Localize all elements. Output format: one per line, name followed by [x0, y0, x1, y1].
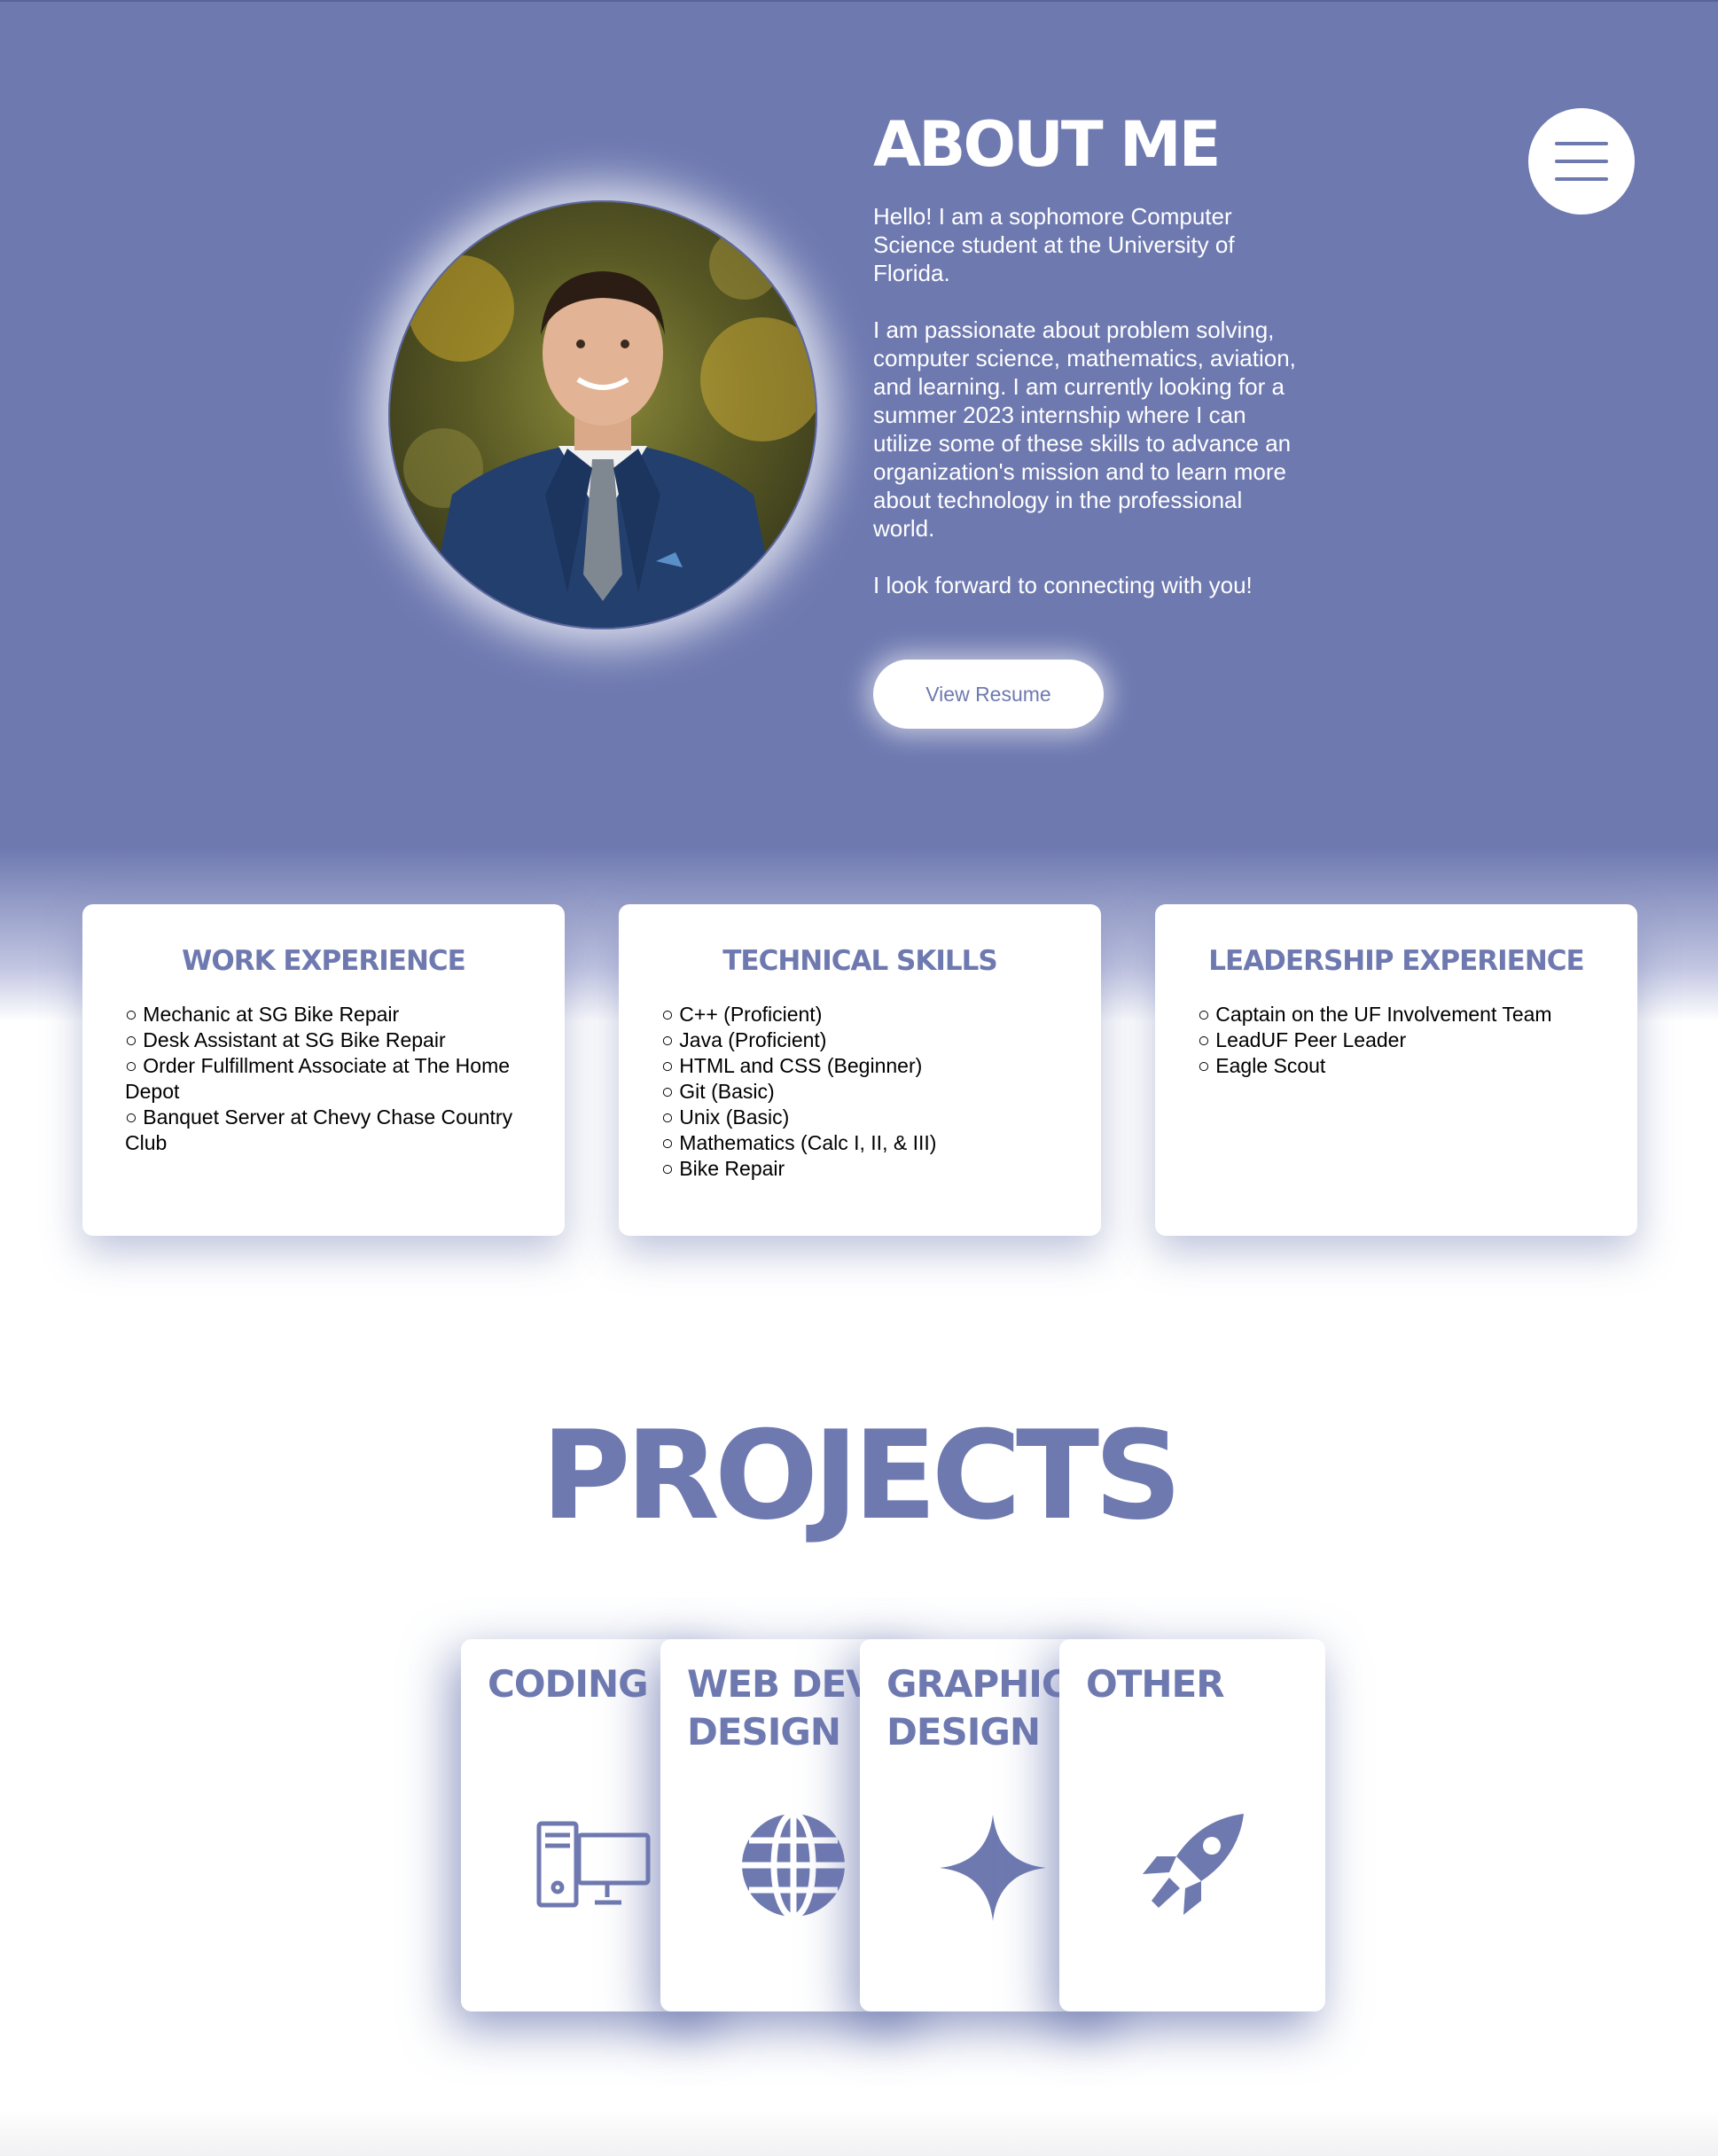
sparkle-icon: [940, 1815, 1046, 1921]
list-item: Eagle Scout: [1198, 1053, 1588, 1079]
card-list: Mechanic at SG Bike Repair Desk Assistan…: [125, 1002, 515, 1156]
footer-edge: [0, 2110, 1718, 2156]
project-card-title: OTHER: [1086, 1662, 1225, 1706]
view-resume-button[interactable]: View Resume: [873, 660, 1104, 729]
rocket-icon: [1143, 1814, 1244, 1915]
list-item: Order Fulfillment Associate at The Home …: [125, 1053, 515, 1105]
about-paragraph-2: I am passionate about problem solving, c…: [873, 316, 1296, 542]
menu-icon-bar: [1555, 177, 1608, 181]
list-item: LeadUF Peer Leader: [1198, 1027, 1588, 1053]
card-list: Captain on the UF Involvement Team LeadU…: [1198, 1002, 1588, 1079]
list-item: Desk Assistant at SG Bike Repair: [125, 1027, 515, 1053]
globe-icon: [742, 1812, 845, 1918]
list-item: Unix (Basic): [661, 1105, 1051, 1130]
projects-title: PROJECTS: [541, 1404, 1182, 1547]
card-list: C++ (Proficient) Java (Proficient) HTML …: [661, 1002, 1051, 1182]
computer-icon: [536, 1821, 651, 1908]
leadership-experience-card: LEADERSHIP EXPERIENCE Captain on the UF …: [1155, 904, 1637, 1236]
list-item: Mathematics (Calc I, II, & III): [661, 1130, 1051, 1156]
menu-icon: [1555, 142, 1608, 145]
about-title: ABOUT ME: [873, 108, 1221, 181]
list-item: Banquet Server at Chevy Chase Country Cl…: [125, 1105, 515, 1156]
list-item: Bike Repair: [661, 1156, 1051, 1182]
profile-photo: [388, 200, 817, 629]
about-section: [0, 0, 1718, 1021]
about-paragraph-1: Hello! I am a sophomore Computer Science…: [873, 203, 1235, 286]
work-experience-card: WORK EXPERIENCE Mechanic at SG Bike Repa…: [82, 904, 565, 1236]
list-item: Git (Basic): [661, 1079, 1051, 1105]
about-text: ABOUT ME Hello! I am a sophomore Compute…: [873, 105, 1308, 599]
card-title: WORK EXPERIENCE: [182, 945, 466, 977]
list-item: Mechanic at SG Bike Repair: [125, 1002, 515, 1027]
card-title: TECHNICAL SKILLS: [722, 945, 998, 977]
profile-photo-image: [390, 202, 816, 628]
hamburger-menu-button[interactable]: [1528, 108, 1635, 215]
menu-icon-bar: [1555, 160, 1608, 163]
card-title: LEADERSHIP EXPERIENCE: [1208, 945, 1584, 977]
about-paragraph-3: I look forward to connecting with you!: [873, 572, 1253, 598]
project-card-other[interactable]: OTHER: [1059, 1639, 1325, 2011]
list-item: HTML and CSS (Beginner): [661, 1053, 1051, 1079]
technical-skills-card: TECHNICAL SKILLS C++ (Proficient) Java (…: [619, 904, 1101, 1236]
list-item: C++ (Proficient): [661, 1002, 1051, 1027]
list-item: Java (Proficient): [661, 1027, 1051, 1053]
list-item: Captain on the UF Involvement Team: [1198, 1002, 1588, 1027]
